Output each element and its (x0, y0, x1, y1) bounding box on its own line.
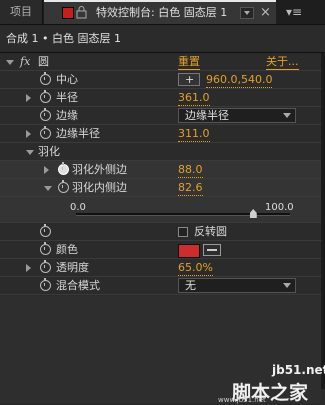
invert-label: 反转圆 (194, 225, 227, 238)
prop-label: 半径 (56, 91, 78, 104)
chevron-down-icon (283, 283, 291, 288)
edge-select-value: 边缘半径 (185, 109, 229, 122)
expand-toggle[interactable] (26, 130, 31, 138)
watermark-domain: jb51.net (272, 363, 325, 377)
invert-checkbox[interactable] (178, 227, 188, 237)
eyedropper-icon[interactable] (203, 244, 221, 256)
prop-label: 边缘半径 (56, 127, 100, 140)
panel-menu-icon[interactable]: ▾≡ (286, 4, 318, 20)
prop-row-color: 颜色 (0, 241, 321, 259)
feather-inner-slider: 0.0 100.0 (0, 197, 321, 223)
stopwatch-icon[interactable] (58, 162, 69, 175)
stopwatch-icon[interactable] (58, 180, 69, 193)
prop-row-blend: 混合模式 无 (0, 277, 321, 295)
edge-radius-value[interactable]: 311.0 (178, 127, 210, 142)
layer-color-icon (62, 7, 74, 19)
edge-select[interactable]: 边缘半径 (178, 108, 296, 123)
comp-layer-title: 合成 1 • 白色 固态层 1 (6, 32, 121, 45)
center-value[interactable]: 960.0,540.0 (206, 73, 273, 88)
prop-group-feather: 羽化 (0, 143, 321, 161)
tab-title: 特效控制台: 白色 固态层 1 (96, 6, 228, 19)
prop-row-feather-inner: 羽化内侧边 82.6 (0, 179, 321, 197)
stopwatch-icon[interactable] (40, 72, 51, 85)
expand-toggle[interactable] (26, 264, 31, 272)
crosshair-icon[interactable] (178, 71, 200, 89)
lock-icon[interactable] (76, 6, 87, 19)
tab-project[interactable]: 项目 (0, 0, 43, 24)
radius-value[interactable]: 361.0 (178, 91, 210, 106)
stopwatch-icon[interactable] (40, 242, 51, 255)
prop-label: 羽化内侧边 (72, 181, 127, 194)
prop-row-center: 中心 960.0,540.0 (0, 71, 321, 89)
prop-label: 边缘 (56, 109, 78, 122)
panel-tab-bar: 项目 特效控制台: 白色 固态层 1 × ▾≡ (0, 0, 325, 25)
chevron-down-icon (283, 113, 291, 118)
prop-row-invert: 反转圆 (0, 223, 321, 241)
feather-outer-value[interactable]: 88.0 (178, 163, 203, 178)
expand-toggle[interactable] (26, 94, 31, 102)
collapse-toggle[interactable] (6, 60, 14, 65)
opacity-value[interactable]: 65.0% (178, 261, 213, 276)
prop-label: 混合模式 (56, 279, 100, 292)
feather-inner-value[interactable]: 82.6 (178, 181, 203, 196)
collapse-toggle[interactable] (44, 186, 52, 191)
stopwatch-icon[interactable] (40, 260, 51, 273)
prop-label: 中心 (56, 73, 78, 86)
prop-row-radius: 半径 361.0 (0, 89, 321, 107)
reset-link[interactable]: 重置 (178, 55, 200, 70)
fx-icon[interactable]: fx (20, 53, 30, 71)
stopwatch-icon[interactable] (40, 224, 51, 237)
slider-track[interactable] (76, 213, 290, 216)
layer-dropdown[interactable] (240, 7, 254, 19)
effect-row: fx 圆 重置 关于... (0, 53, 321, 71)
stopwatch-icon[interactable] (40, 90, 51, 103)
about-link[interactable]: 关于... (266, 55, 299, 70)
slider-thumb[interactable] (249, 209, 257, 218)
stopwatch-icon[interactable] (40, 108, 51, 121)
prop-row-feather-outer: 羽化外侧边 88.0 (0, 161, 321, 179)
blend-mode-select[interactable]: 无 (178, 278, 296, 293)
color-swatch[interactable] (178, 244, 200, 258)
prop-row-edge-radius: 边缘半径 311.0 (0, 125, 321, 143)
collapse-toggle[interactable] (26, 150, 34, 155)
prop-label: 透明度 (56, 261, 89, 274)
prop-label: 羽化外侧边 (72, 163, 127, 176)
scrollbar[interactable] (321, 53, 325, 389)
prop-row-edge: 边缘 边缘半径 (0, 107, 321, 125)
prop-row-opacity: 透明度 65.0% (0, 259, 321, 277)
effect-name: 圆 (38, 55, 49, 68)
stopwatch-icon[interactable] (40, 126, 51, 139)
group-label: 羽化 (38, 145, 60, 158)
close-icon[interactable]: × (260, 2, 271, 23)
tab-effect-controls[interactable]: 特效控制台: 白色 固态层 1 × (44, 0, 276, 24)
stopwatch-icon[interactable] (40, 278, 51, 291)
prop-label: 颜色 (56, 243, 78, 256)
expand-toggle[interactable] (44, 166, 49, 174)
panel-header: 合成 1 • 白色 固态层 1 (0, 26, 325, 53)
blend-select-value: 无 (185, 279, 196, 292)
